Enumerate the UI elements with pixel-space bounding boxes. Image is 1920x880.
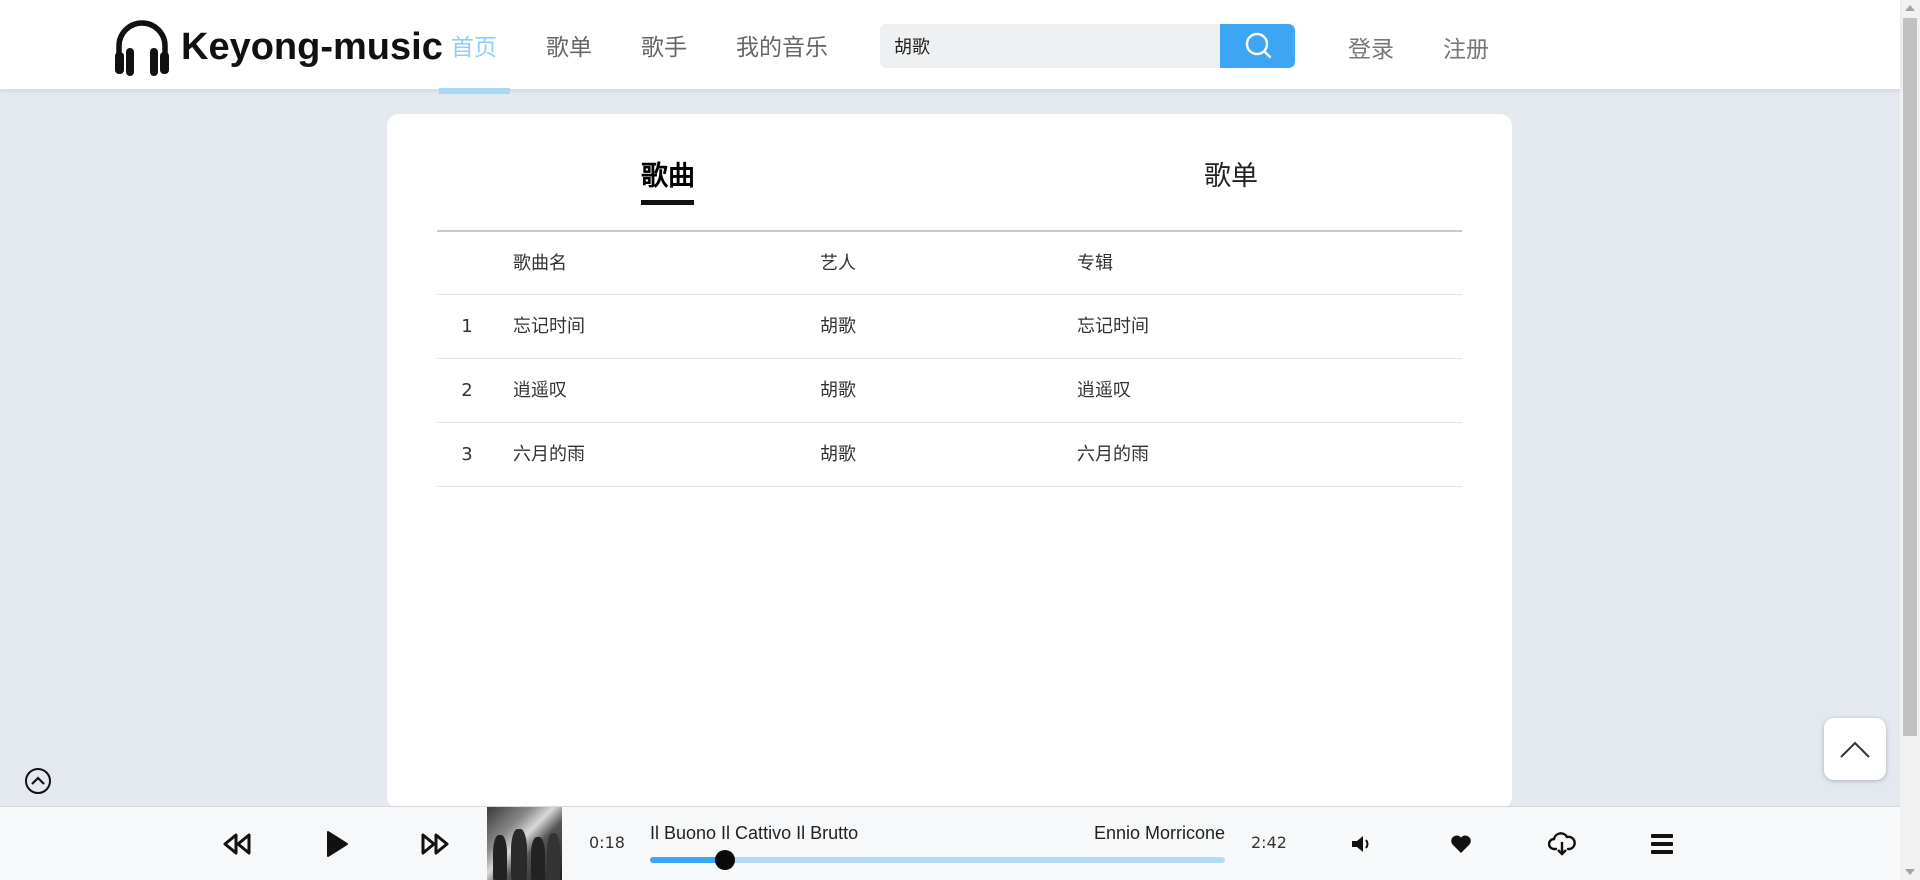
table-row[interactable]: 1 忘记时间 胡歌 忘记时间 xyxy=(437,295,1462,359)
playlist-button[interactable] xyxy=(1647,829,1677,859)
back-to-top-button[interactable] xyxy=(1824,718,1886,780)
search-results-card: 歌曲 歌单 歌曲名 艺人 专辑 1 忘记时间 胡歌 忘记时间 2 逍遥叹 胡歌 … xyxy=(387,114,1512,809)
volume-icon xyxy=(1352,836,1369,852)
play-button[interactable] xyxy=(322,829,352,859)
heart-icon xyxy=(1451,835,1471,853)
music-player-bar: 0:18 Il Buono Il Cattivo Il Brutto Ennio… xyxy=(0,806,1900,880)
search-bar xyxy=(880,24,1295,68)
column-header-artist: 艺人 xyxy=(820,253,856,274)
nav-item-artists[interactable]: 歌手 xyxy=(641,28,687,62)
progress-knob[interactable] xyxy=(714,850,735,870)
favorite-button[interactable] xyxy=(1447,831,1475,857)
previous-button[interactable] xyxy=(221,829,253,859)
tab-active-indicator xyxy=(641,200,694,205)
song-artist[interactable]: 胡歌 xyxy=(820,423,856,486)
column-header-song-name: 歌曲名 xyxy=(513,253,567,274)
song-name[interactable]: 六月的雨 xyxy=(513,423,585,486)
song-album[interactable]: 六月的雨 xyxy=(1077,423,1149,486)
progress-fill xyxy=(650,857,725,863)
album-cover[interactable] xyxy=(487,807,562,880)
column-header-album: 专辑 xyxy=(1077,253,1113,274)
download-button[interactable] xyxy=(1546,829,1578,859)
search-input[interactable] xyxy=(880,24,1220,68)
song-artist[interactable]: 胡歌 xyxy=(820,359,856,422)
table-header-row: 歌曲名 艺人 专辑 xyxy=(437,232,1462,295)
row-index: 1 xyxy=(461,316,473,337)
progress-bar[interactable] xyxy=(650,850,1225,870)
row-index: 3 xyxy=(461,444,473,465)
song-artist[interactable]: 胡歌 xyxy=(820,295,856,358)
page-scrollbar[interactable] xyxy=(1900,0,1920,880)
nav-active-indicator xyxy=(439,88,510,94)
song-album[interactable]: 逍遥叹 xyxy=(1077,359,1131,422)
top-header: Keyong-music 首页 歌单 歌手 我的音乐 登录 注册 xyxy=(0,0,1900,89)
search-button[interactable] xyxy=(1220,24,1295,68)
tab-songs[interactable]: 歌曲 xyxy=(641,154,695,193)
next-button[interactable] xyxy=(419,829,451,859)
nav-item-my-music[interactable]: 我的音乐 xyxy=(736,28,828,62)
rewind-icon xyxy=(223,833,251,855)
current-time: 0:18 xyxy=(589,833,625,852)
song-album[interactable]: 忘记时间 xyxy=(1077,295,1149,358)
table-row[interactable]: 2 逍遥叹 胡歌 逍遥叹 xyxy=(437,359,1462,423)
song-title: Il Buono Il Cattivo Il Brutto xyxy=(650,823,859,843)
duration: 2:42 xyxy=(1251,833,1287,852)
volume-button[interactable] xyxy=(1348,831,1376,857)
song-artist: Ennio Morricone xyxy=(1093,823,1225,843)
scroll-thumb[interactable] xyxy=(1903,18,1917,736)
cloud-download-icon xyxy=(1548,832,1576,856)
register-link[interactable]: 注册 xyxy=(1443,30,1489,64)
chevron-up-icon xyxy=(1840,741,1870,758)
song-table: 歌曲名 艺人 专辑 1 忘记时间 胡歌 忘记时间 2 逍遥叹 胡歌 逍遥叹 3 … xyxy=(437,232,1462,487)
row-index: 2 xyxy=(461,380,473,401)
nav-item-home[interactable]: 首页 xyxy=(451,28,497,62)
fast-forward-icon xyxy=(421,833,449,855)
headphones-icon xyxy=(115,20,169,76)
chevron-up-circle-icon[interactable] xyxy=(24,767,52,795)
scroll-up-arrow-icon[interactable] xyxy=(1900,0,1920,16)
search-icon xyxy=(1245,32,1271,59)
song-name[interactable]: 逍遥叹 xyxy=(513,359,567,422)
tab-playlists[interactable]: 歌单 xyxy=(1204,154,1258,193)
logo[interactable]: Keyong-music xyxy=(111,16,443,78)
song-name[interactable]: 忘记时间 xyxy=(513,295,585,358)
playlist-menu-icon xyxy=(1651,834,1673,854)
table-row[interactable]: 3 六月的雨 胡歌 六月的雨 xyxy=(437,423,1462,487)
play-icon xyxy=(327,831,348,857)
scroll-down-arrow-icon[interactable] xyxy=(1900,864,1920,880)
nav-item-playlists[interactable]: 歌单 xyxy=(546,28,592,62)
login-link[interactable]: 登录 xyxy=(1348,30,1394,64)
logo-text: Keyong-music xyxy=(181,25,443,68)
